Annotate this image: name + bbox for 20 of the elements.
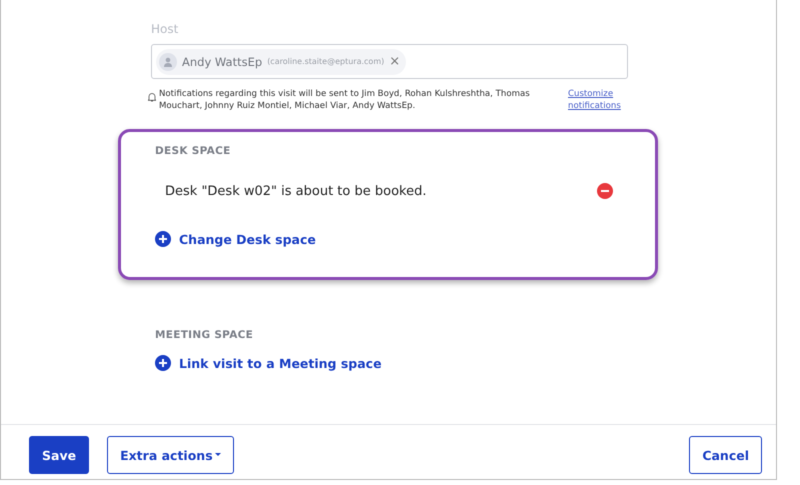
avatar-icon bbox=[159, 52, 177, 70]
host-email: (caroline.staite@eptura.com) bbox=[267, 57, 384, 66]
notification-text: Notifications regarding this visit will be sent to Jim Boyd, Rohan Kulshreshtha, Thomas Mouchart, Johnny Ruiz Montiel, Michael Viar, Andy WattsEp. bbox=[159, 88, 531, 112]
plus-icon bbox=[155, 231, 171, 247]
section-title: DESK SPACE bbox=[155, 145, 232, 157]
host-name: Andy WattsEp bbox=[182, 54, 262, 68]
menu-button[interactable]: Extra actions bbox=[107, 436, 234, 474]
remove-icon[interactable] bbox=[597, 183, 613, 199]
booking-text: Desk "Desk w02" is about to be booked. bbox=[165, 184, 426, 198]
add-space-link[interactable]: Change Desk space bbox=[155, 231, 316, 247]
remove-button[interactable]: × bbox=[389, 54, 400, 69]
add-space-link[interactable]: Link visit to a Meeting space bbox=[155, 355, 382, 371]
field-label: Host bbox=[151, 22, 180, 36]
section-title: MEETING SPACE bbox=[155, 329, 254, 341]
host-field[interactable]: Andy WattsEp (caroline.staite@eptura.com) × bbox=[151, 44, 628, 79]
customize-link[interactable]: Customize notifications bbox=[568, 88, 628, 112]
save-button[interactable]: Save bbox=[29, 436, 90, 474]
plus-icon bbox=[155, 355, 171, 371]
cancel-button[interactable]: Cancel bbox=[689, 436, 762, 474]
bell-icon bbox=[148, 92, 156, 102]
